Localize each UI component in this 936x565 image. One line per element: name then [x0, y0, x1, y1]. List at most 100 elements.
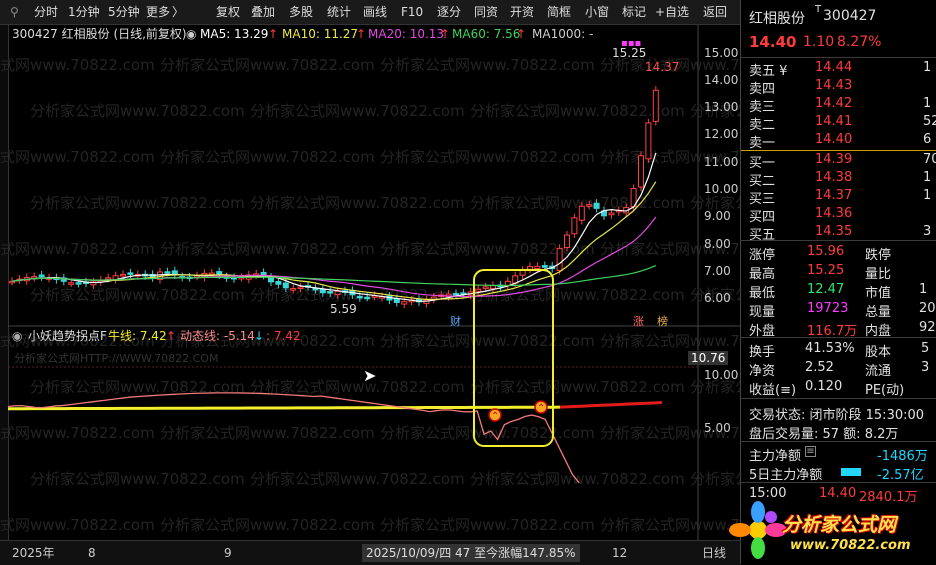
stat-label: 市值 [865, 286, 892, 301]
ma60-arrow: ↑ [516, 27, 527, 41]
niu-line-red [559, 401, 663, 409]
ask-row-label: 卖一 [749, 136, 776, 151]
stat-value: 19723 [807, 301, 849, 316]
axis-year: 2025年 [12, 546, 55, 560]
candle [490, 285, 496, 290]
ask-row-label: 卖三 [749, 100, 776, 115]
ma10-label: MA10: 11.27 [282, 27, 359, 41]
ma20-label: MA20: 10.13 [368, 27, 445, 41]
candle [564, 234, 570, 249]
bid-row-volume: 1 [923, 188, 932, 203]
candle [571, 217, 578, 235]
niu-arrow: ↑ [166, 329, 177, 343]
main-net-value: -1486万 [877, 449, 928, 464]
candle [356, 295, 363, 299]
logo-url: www.70822.com [790, 538, 911, 553]
watermark-text: 分析家公式网www.70822.com [0, 424, 155, 442]
bid-row-price: 14.36 [815, 206, 853, 221]
watermark-text: 分析家公式网www.70822.com [600, 516, 740, 534]
watermark-text: 分析家公式网www.70822.com [380, 56, 595, 74]
bid-row-label: 买四 [749, 210, 776, 225]
kline-chart[interactable]: 分析家公式网www.70822.com 分析家公式网www.70822.com 分析… [0, 0, 740, 540]
bid-row-label: 买一 [749, 156, 776, 171]
ma5-arrow: ↑ [268, 27, 279, 41]
watermark-text: 分析家公式网www.70822.com [470, 378, 685, 396]
fund-label: 股本 [865, 345, 892, 360]
t-badge: T [815, 4, 822, 15]
fund-value: 0.120 [805, 379, 843, 394]
fund-label: 流通 [865, 364, 892, 379]
five-day-value: -2.57亿 [877, 468, 924, 483]
fund-label: 收益(≡) [749, 383, 797, 398]
candle [453, 293, 459, 296]
candle [164, 271, 171, 274]
main-net-label: 主力净额 [749, 449, 802, 464]
axis-month-8: 8 [88, 546, 96, 560]
watermark-text: 分析家公式网www.70822.com [0, 240, 155, 258]
watermark-text: 分析家公式网www.70822.com [250, 378, 465, 396]
ask-row-price: 14.44 [815, 60, 853, 75]
after-hours: 盘后交易量: 57 额: 8.2万 [749, 427, 899, 442]
candle [578, 205, 585, 221]
stat-label: 总量 [865, 305, 892, 320]
candle [297, 286, 304, 289]
price-tick: 12.00 [704, 127, 739, 141]
watermark-text: 分析家公式网www.70822.com [160, 516, 375, 534]
ask-row-label: 卖四 [749, 82, 776, 97]
bang-marker[interactable]: 榜 [657, 313, 668, 329]
ma60-label: MA60: 7.56 [452, 27, 521, 41]
price-tick: 7.00 [704, 264, 731, 278]
watermark-text: 分析家公式网www.70822.com [600, 332, 740, 350]
niu-line [7, 405, 561, 411]
candle [527, 266, 533, 270]
stock-code: 300427 [823, 8, 877, 24]
watermark-text: 分析家公式网www.70822.com [470, 194, 685, 212]
indicator-axis-5: 5.00 [704, 421, 731, 435]
axis-month-9: 9 [224, 546, 232, 560]
ask-row-price: 14.40 [815, 132, 853, 147]
ask-row-price: 14.41 [815, 114, 853, 129]
cai-marker[interactable]: 财 [450, 313, 461, 329]
signal-marker-glyph: ⌃ [491, 411, 499, 422]
ma-toggle-icon[interactable]: ◉ [186, 26, 196, 42]
stat-value: 20 [919, 301, 936, 316]
info-icon[interactable]: ≡ [805, 446, 816, 457]
price-pct: 8.27% [837, 34, 882, 50]
watermark-text: 分析家公式网www.70822.com [470, 102, 685, 120]
niu-label: 牛线: 7.42 [108, 329, 167, 343]
candle [334, 290, 341, 296]
bid-row-price: 14.35 [815, 224, 853, 239]
watermark-text: 分析家公式网www.70822.com [380, 332, 595, 350]
bid-row-label: 买二 [749, 174, 776, 189]
indicator-toggle-icon[interactable]: ◉ [12, 328, 22, 344]
indicator-name: 小妖趋势拐点F [28, 329, 107, 343]
watermark-text: 分析家公式网www.70822.com [380, 148, 595, 166]
bid-row-price: 14.37 [815, 188, 853, 203]
watermark-text: 分析家公式网www.70822.com [0, 148, 155, 166]
candle [652, 89, 659, 122]
five-day-bar [841, 468, 861, 476]
zhang-marker[interactable]: 涨 [633, 313, 644, 329]
watermark-text: 分析家公式网www.70822.com [160, 56, 375, 74]
candle [608, 212, 615, 216]
bid-row-price: 14.38 [815, 170, 853, 185]
watermark-text: 分析家公式网www.70822.com [30, 102, 245, 120]
candle [475, 288, 482, 292]
crosshair-date: 2025/10/09/四 47 至今涨幅147.85% [362, 544, 580, 562]
candle [31, 276, 38, 279]
watermark-text: 分析家公式网www.70822.com [470, 470, 685, 488]
indicator-axis-10: 10.00 [704, 368, 739, 382]
candle [638, 155, 644, 188]
candle [401, 301, 408, 305]
stat-label: 跌停 [865, 248, 892, 263]
ask-row-volume: 1 [923, 96, 932, 111]
ma20-arrow: ↑ [440, 27, 451, 41]
candle [127, 272, 134, 275]
watermark-text: 分析家公式网www.70822.com [0, 516, 155, 534]
stock-title: 300427 红相股份 (日线,前复权) [12, 27, 187, 41]
stat-label: 最高 [749, 267, 776, 282]
watermark-text: 分析家公式网www.70822.com [250, 102, 465, 120]
candle [290, 288, 297, 291]
watermark-text: 分析家公式网www.70822.com [160, 424, 375, 442]
period-selector[interactable]: 日线 [702, 541, 726, 565]
